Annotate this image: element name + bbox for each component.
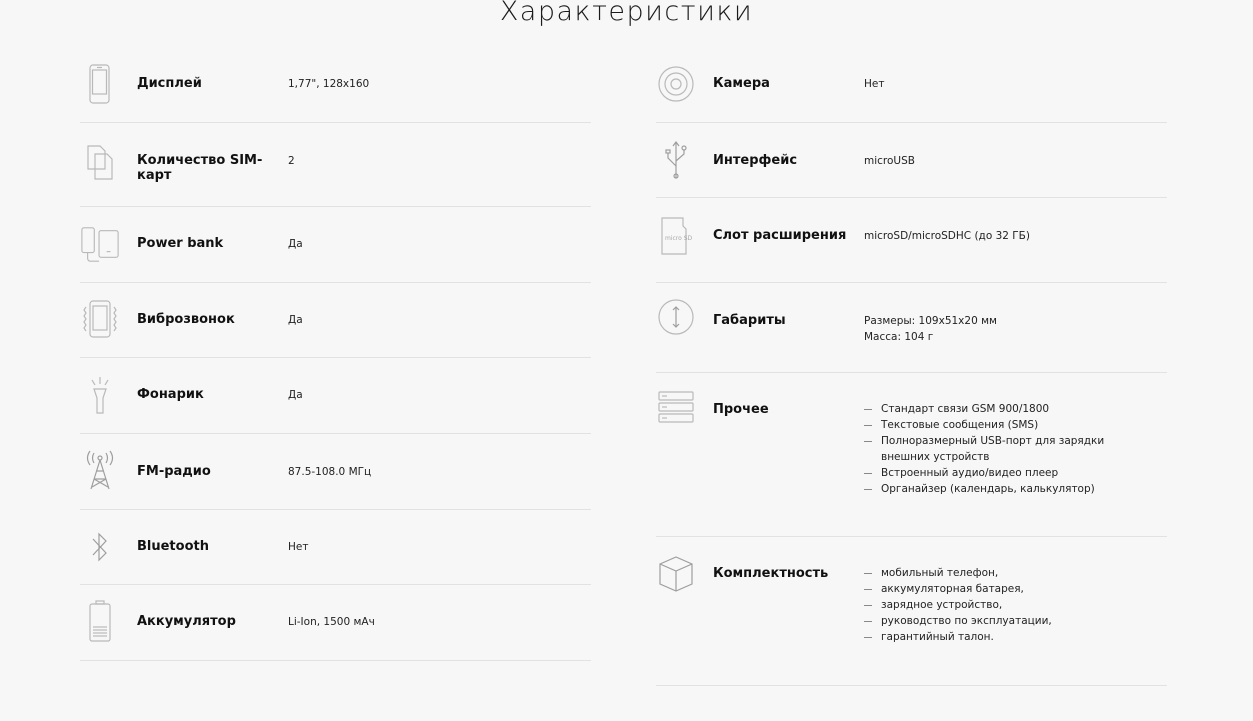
spec-value-powerbank: Да xyxy=(288,238,303,250)
spec-label-sim: Количество SIM-карт xyxy=(137,153,263,183)
spec-value-vibration: Да xyxy=(288,314,303,326)
spec-row-powerbank: Power bank Да xyxy=(80,207,591,283)
spec-row-fmradio: FM-радио 87.5-108.0 МГц xyxy=(80,434,591,510)
specs-left-column: Дисплей 1,77", 128x160 Количество SIM-ка… xyxy=(80,48,591,661)
battery-icon xyxy=(80,600,120,642)
spec-row-camera: Камера Нет xyxy=(656,48,1167,123)
spec-value-display: 1,77", 128x160 xyxy=(288,78,370,90)
spec-value-expansion-slot: microSD/microSDHC (до 32 ГБ) xyxy=(864,230,1030,242)
page-title: Характеристики xyxy=(499,0,754,27)
spec-value-battery: Li-Ion, 1500 мАч xyxy=(288,616,375,628)
list-item: Стандарт связи GSM 900/1800 xyxy=(864,401,1164,417)
spec-row-package: Комплектность мобильный телефон, аккумул… xyxy=(656,537,1167,686)
usb-icon xyxy=(656,140,696,180)
spec-label-battery: Аккумулятор xyxy=(137,614,236,629)
sim-cards-icon xyxy=(80,143,120,183)
spec-row-vibration: Виброзвонок Да xyxy=(80,283,591,358)
spec-label-interface: Интерфейс xyxy=(713,153,798,168)
radio-tower-icon xyxy=(80,450,120,490)
svg-text:micro SD: micro SD xyxy=(665,235,693,242)
list-item: Органайзер (календарь, калькулятор) xyxy=(864,481,1164,497)
spec-value-fmradio: 87.5-108.0 МГц xyxy=(288,466,372,478)
misc-icon xyxy=(656,387,696,427)
spec-row-sim: Количество SIM-карт 2 xyxy=(80,123,591,207)
list-item: гарантийный талон. xyxy=(864,629,1164,645)
spec-label-misc: Прочее xyxy=(713,402,769,417)
display-icon xyxy=(80,64,120,104)
package-box-icon xyxy=(656,554,696,594)
spec-row-interface: Интерфейс microUSB xyxy=(656,123,1167,198)
dimensions-size: Размеры: 109x51x20 мм xyxy=(864,315,997,327)
spec-label-expansion-slot: Слот расширения xyxy=(713,228,847,243)
camera-icon xyxy=(656,64,696,104)
bluetooth-icon xyxy=(80,527,120,567)
spec-label-dimensions: Габариты xyxy=(713,313,786,328)
spec-value-flashlight: Да xyxy=(288,389,303,401)
spec-label-vibration: Виброзвонок xyxy=(137,312,235,327)
flashlight-icon xyxy=(80,375,120,415)
list-item: руководство по эксплуатации, xyxy=(864,613,1164,629)
spec-row-dimensions: Габариты Размеры: 109x51x20 мм Масса: 10… xyxy=(656,283,1167,373)
spec-row-display: Дисплей 1,77", 128x160 xyxy=(80,48,591,123)
spec-label-package: Комплектность xyxy=(713,566,829,581)
spec-row-misc: Прочее Стандарт связи GSM 900/1800 Текст… xyxy=(656,373,1167,537)
spec-row-battery: Аккумулятор Li-Ion, 1500 мАч xyxy=(80,585,591,661)
spec-value-package-list: мобильный телефон, аккумуляторная батаре… xyxy=(864,565,1164,645)
dimensions-weight: Масса: 104 г xyxy=(864,331,934,343)
spec-label-bluetooth: Bluetooth xyxy=(137,539,209,554)
list-item: Текстовые сообщения (SMS) xyxy=(864,417,1164,433)
spec-value-misc-list: Стандарт связи GSM 900/1800 Текстовые со… xyxy=(864,401,1164,497)
list-item: Встроенный аудио/видео плеер xyxy=(864,465,1164,481)
spec-row-expansion-slot: micro SD Слот расширения microSD/microSD… xyxy=(656,198,1167,283)
spec-label-fmradio: FM-радио xyxy=(137,464,211,479)
specs-right-column: Камера Нет Интерфейс microUSB micro SD С… xyxy=(656,48,1167,686)
list-item: зарядное устройство, xyxy=(864,597,1164,613)
spec-value-dimensions: Размеры: 109x51x20 мм Масса: 104 г xyxy=(864,313,1164,345)
spec-value-camera: Нет xyxy=(864,78,885,90)
spec-value-sim: 2 xyxy=(288,155,295,167)
power-bank-icon xyxy=(80,224,120,264)
vibration-icon xyxy=(80,299,120,339)
spec-value-interface: microUSB xyxy=(864,155,915,167)
list-item: мобильный телефон, xyxy=(864,565,1164,581)
spec-label-camera: Камера xyxy=(713,76,770,91)
list-item: Полноразмерный USB-порт для зарядки внеш… xyxy=(864,433,1141,465)
spec-label-flashlight: Фонарик xyxy=(137,387,204,402)
list-item: аккумуляторная батарея, xyxy=(864,581,1164,597)
spec-value-bluetooth: Нет xyxy=(288,541,309,553)
spec-label-powerbank: Power bank xyxy=(137,236,224,251)
spec-row-flashlight: Фонарик Да xyxy=(80,358,591,434)
spec-label-display: Дисплей xyxy=(137,76,202,91)
microsd-card-icon: micro SD xyxy=(656,216,696,256)
spec-row-bluetooth: Bluetooth Нет xyxy=(80,510,591,585)
dimensions-icon xyxy=(656,297,696,337)
